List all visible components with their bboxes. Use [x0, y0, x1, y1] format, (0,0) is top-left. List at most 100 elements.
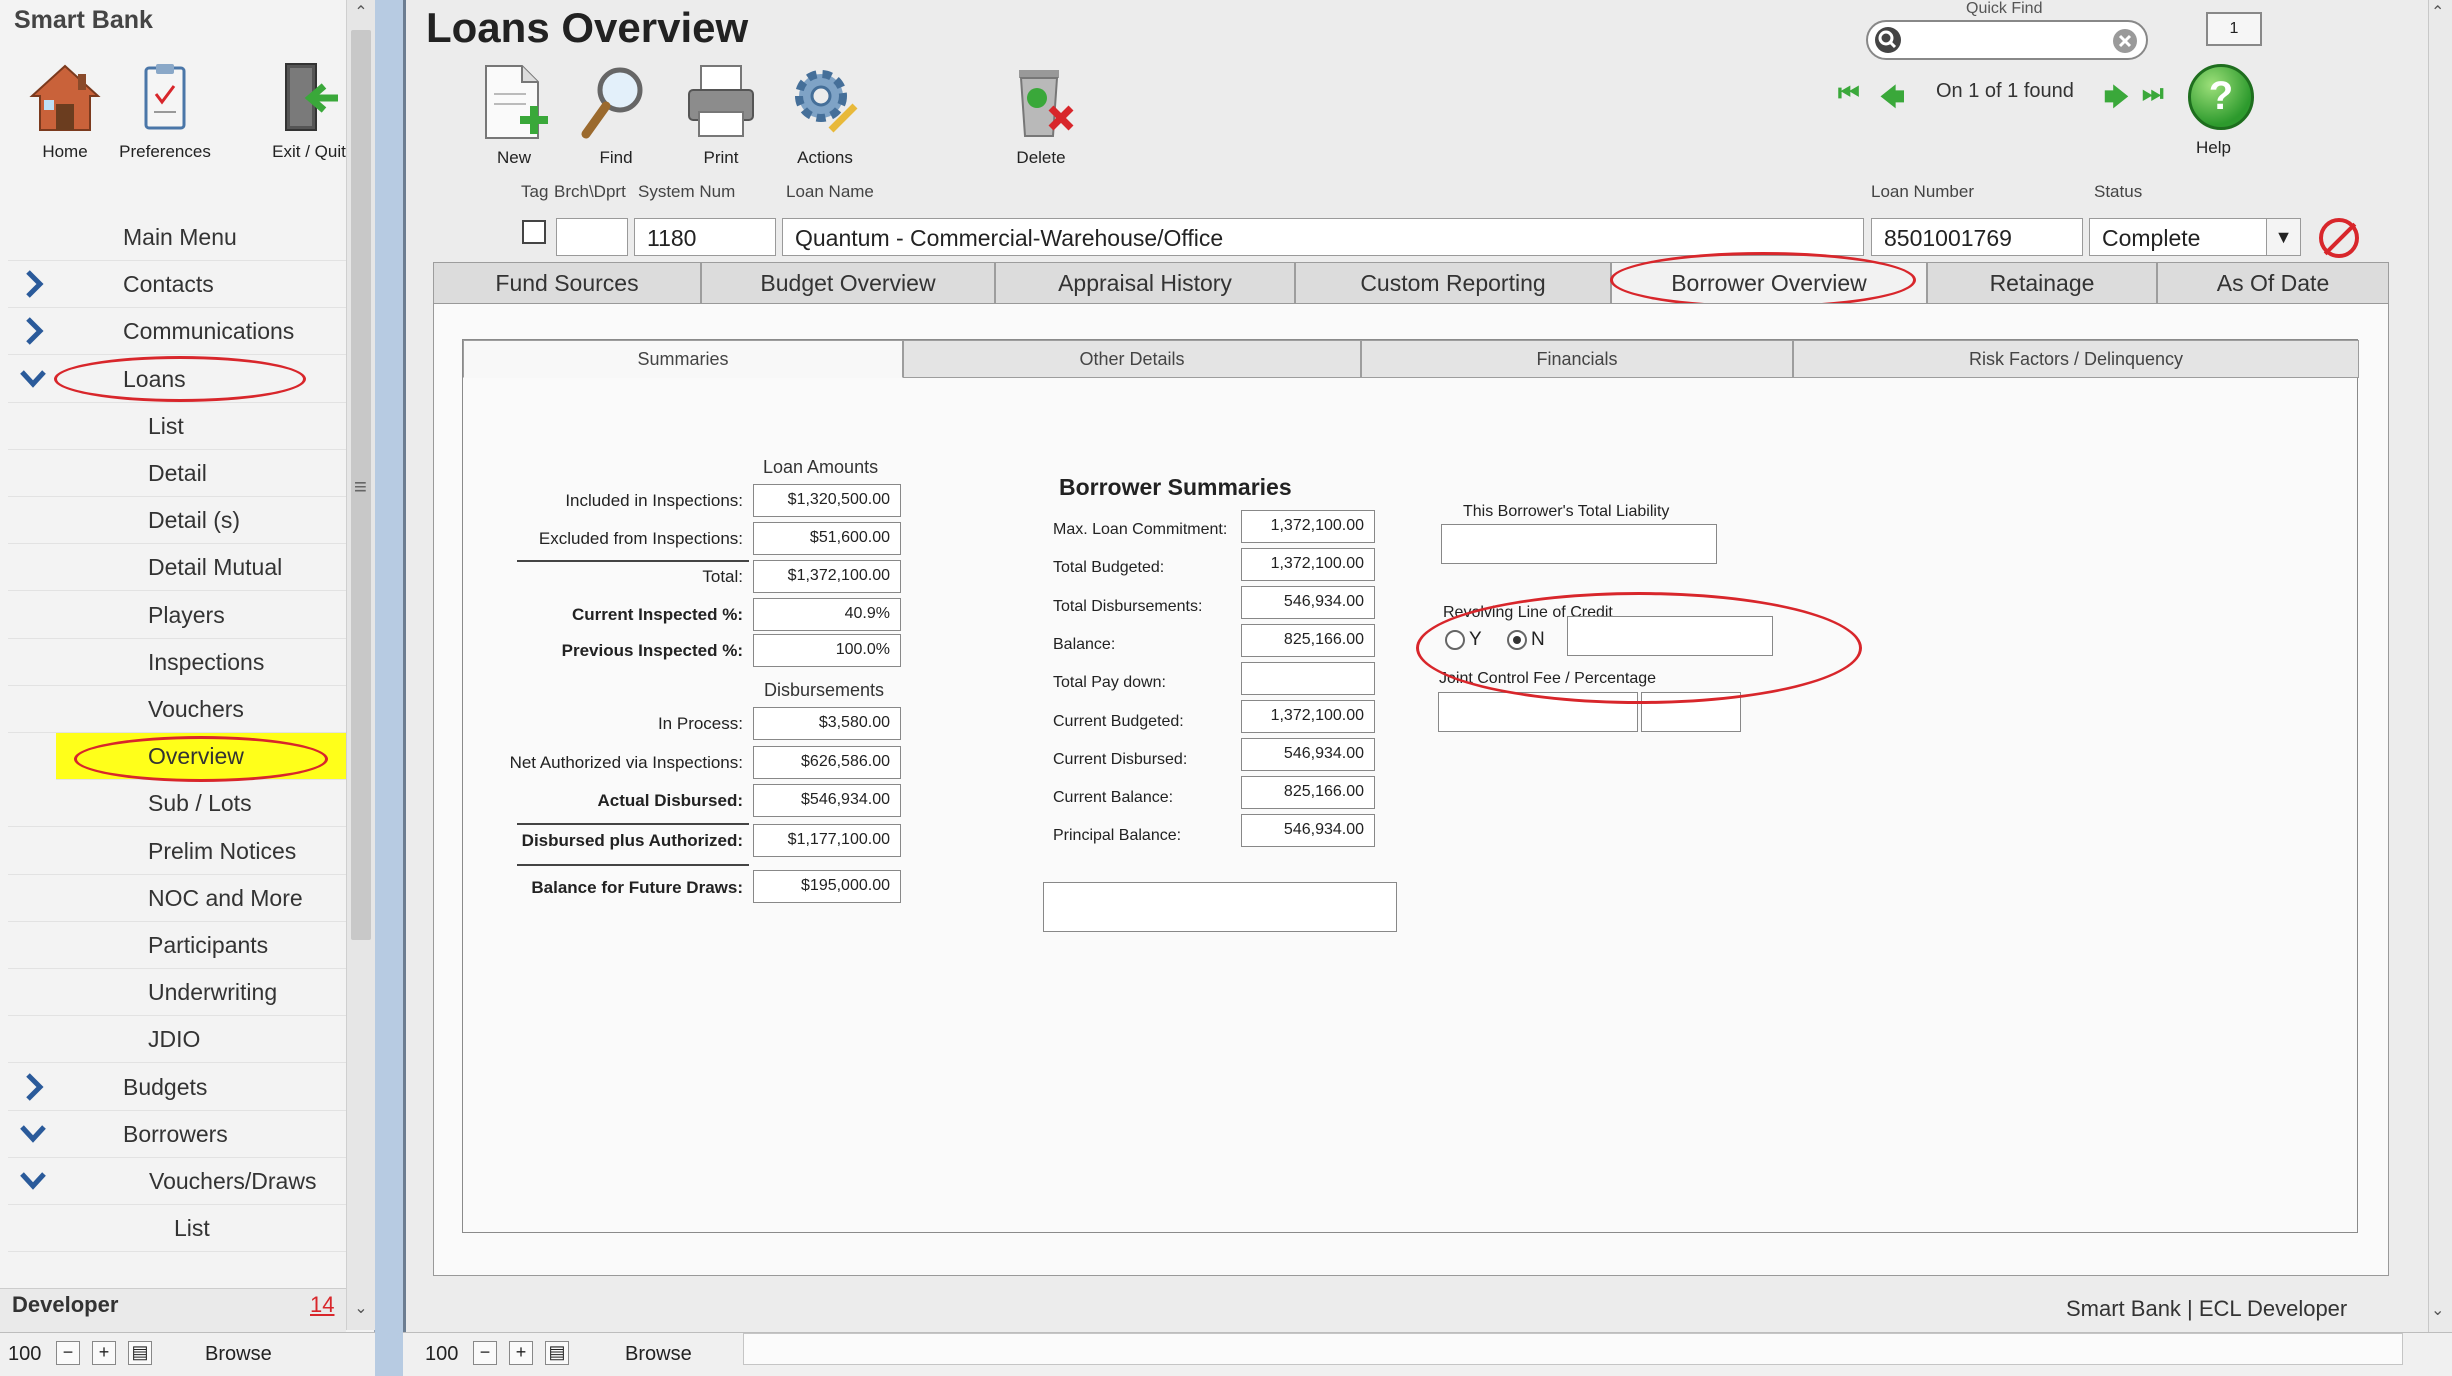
sidebar-item-sub-lots[interactable]: Sub / Lots	[8, 780, 346, 828]
zoom-in-icon[interactable]: +	[92, 1341, 116, 1365]
system-num-field[interactable]: 1180	[634, 218, 776, 256]
brch-dprt-field[interactable]	[556, 218, 628, 256]
sidebar-item-contacts[interactable]: Contacts	[8, 261, 346, 309]
total-liability-field[interactable]	[1441, 524, 1717, 564]
chevron-down-icon[interactable]	[20, 1166, 46, 1196]
mode-label[interactable]: Browse	[205, 1343, 272, 1366]
disbursed-plus-authorized-value[interactable]: $1,177,100.00	[753, 824, 901, 857]
sidebar-item-main-menu[interactable]: Main Menu	[8, 214, 346, 261]
sidebar-item-label: Participants	[148, 932, 269, 958]
chevron-right-icon[interactable]	[20, 1072, 46, 1102]
sidebar-item-participants[interactable]: Participants	[8, 922, 346, 969]
previous-record-icon[interactable]: 🡄	[1880, 80, 1905, 121]
first-record-icon[interactable]: ⏮	[1838, 80, 1860, 108]
excluded-inspections-value[interactable]: $51,600.00	[753, 522, 901, 555]
mode-label[interactable]: Browse	[625, 1343, 692, 1366]
quick-find-input[interactable]	[1866, 20, 2148, 60]
sidebar-item-borrowers[interactable]: Borrowers	[8, 1111, 346, 1158]
preferences-button[interactable]: Preferences	[100, 60, 230, 162]
chevron-right-icon[interactable]	[20, 316, 46, 346]
sidebar-item-detail[interactable]: Detail	[8, 450, 346, 497]
actions-button[interactable]: Actions	[765, 60, 885, 168]
toggle-status-icon[interactable]: ▤	[545, 1341, 569, 1365]
current-disbursed-value[interactable]: 546,934.00	[1241, 738, 1375, 771]
subtab-summaries[interactable]: Summaries	[463, 340, 903, 378]
sidebar-scrollbar[interactable]: ⌃ ⌄	[346, 0, 375, 1330]
sidebar-item-detail-mutual[interactable]: Detail Mutual	[8, 544, 346, 592]
chevron-down-icon[interactable]	[20, 1119, 46, 1149]
prohibited-icon[interactable]	[2319, 218, 2359, 258]
current-inspected-label: Current Inspected %:	[572, 605, 743, 624]
print-button[interactable]: Print	[661, 60, 781, 168]
toggle-status-icon[interactable]: ▤	[128, 1341, 152, 1365]
next-record-icon[interactable]: 🡆	[2104, 80, 2129, 121]
subtab-other-details[interactable]: Other Details	[903, 340, 1361, 378]
tab-fund-sources[interactable]: Fund Sources	[433, 262, 701, 304]
tab-budget-overview[interactable]: Budget Overview	[701, 262, 995, 304]
last-record-icon[interactable]: ⏭	[2142, 80, 2164, 108]
total-pay-down-value[interactable]	[1241, 662, 1375, 695]
scroll-up-icon[interactable]: ⌃	[351, 2, 371, 26]
sidebar-item-noc-and-more[interactable]: NOC and More	[8, 875, 346, 922]
sidebar-item-vouchers[interactable]: Vouchers	[8, 686, 346, 733]
delete-button[interactable]: Delete	[981, 60, 1101, 168]
tab-as-of-date[interactable]: As Of Date	[2157, 262, 2389, 304]
scroll-down-icon[interactable]: ⌄	[351, 1298, 371, 1322]
sidebar-item-jdio[interactable]: JDIO	[8, 1016, 346, 1064]
in-process-value[interactable]: $3,580.00	[753, 707, 901, 740]
tab-custom-reporting[interactable]: Custom Reporting	[1295, 262, 1611, 304]
sidebar-item-underwriting[interactable]: Underwriting	[8, 969, 346, 1017]
total-budgeted-value[interactable]: 1,372,100.00	[1241, 548, 1375, 581]
chevron-down-icon[interactable]: ▼	[2266, 219, 2300, 255]
tag-checkbox[interactable]	[522, 220, 546, 244]
notes-field[interactable]	[1043, 882, 1397, 932]
net-authorized-value[interactable]: $626,586.00	[753, 746, 901, 779]
sidebar-item-inspections[interactable]: Inspections	[8, 639, 346, 686]
zoom-out-icon[interactable]: −	[56, 1341, 80, 1365]
balance-value[interactable]: 825,166.00	[1241, 624, 1375, 657]
loan-number-field[interactable]: 8501001769	[1871, 218, 2083, 256]
sidebar-item-prelim-notices[interactable]: Prelim Notices	[8, 828, 346, 875]
included-inspections-value[interactable]: $1,320,500.00	[753, 484, 901, 517]
previous-inspected-value[interactable]: 100.0%	[753, 634, 901, 667]
current-inspected-value[interactable]: 40.9%	[753, 598, 901, 631]
sidebar-item-vouchers-draws[interactable]: Vouchers/Draws	[8, 1158, 346, 1205]
current-balance-value[interactable]: 825,166.00	[1241, 776, 1375, 809]
subtab-financials[interactable]: Financials	[1361, 340, 1793, 378]
horizontal-scrollbar[interactable]	[743, 1333, 2403, 1365]
new-document-icon	[485, 65, 548, 139]
loan-name-field[interactable]: Quantum - Commercial-Warehouse/Office	[782, 218, 1864, 256]
chevron-right-icon[interactable]	[20, 269, 46, 299]
scroll-down-icon[interactable]: ⌄	[2431, 1300, 2444, 1320]
total-value[interactable]: $1,372,100.00	[753, 560, 901, 593]
subtab-risk-factors[interactable]: Risk Factors / Delinquency	[1793, 340, 2359, 378]
balance-future-draws-value[interactable]: $195,000.00	[753, 870, 901, 903]
principal-balance-value[interactable]: 546,934.00	[1241, 814, 1375, 847]
max-loan-commitment-value[interactable]: 1,372,100.00	[1241, 510, 1375, 543]
sidebar-item-budgets[interactable]: Budgets	[8, 1064, 346, 1111]
tab-retainage[interactable]: Retainage	[1927, 262, 2157, 304]
scroll-up-icon[interactable]: ⌃	[2431, 2, 2444, 22]
current-budgeted-value[interactable]: 1,372,100.00	[1241, 700, 1375, 733]
status-select[interactable]: Complete ▼	[2089, 218, 2301, 256]
clear-search-icon[interactable]	[2112, 28, 2138, 54]
zoom-out-icon[interactable]: −	[473, 1341, 497, 1365]
sidebar-item-detail-s[interactable]: Detail (s)	[8, 497, 346, 545]
help-icon[interactable]: ?	[2188, 64, 2254, 130]
zoom-level[interactable]: 100	[425, 1343, 458, 1366]
actual-disbursed-value[interactable]: $546,934.00	[753, 784, 901, 817]
zoom-level[interactable]: 100	[8, 1343, 41, 1366]
pane-divider[interactable]	[375, 0, 403, 1376]
sidebar-item-players[interactable]: Players	[8, 592, 346, 639]
main-scrollbar[interactable]: ⌃ ⌄	[2428, 0, 2452, 1332]
sidebar-item-list[interactable]: List	[8, 403, 346, 450]
developer-count-link[interactable]: 14	[310, 1292, 334, 1318]
zoom-in-icon[interactable]: +	[509, 1341, 533, 1365]
chevron-down-icon[interactable]	[20, 364, 46, 394]
find-button[interactable]: Find	[556, 60, 676, 168]
sidebar-item-list[interactable]: List	[8, 1205, 346, 1253]
splitter-grip-icon[interactable]: ≡	[354, 474, 367, 500]
tab-appraisal-history[interactable]: Appraisal History	[995, 262, 1295, 304]
sidebar-item-communications[interactable]: Communications	[8, 308, 346, 356]
total-disbursements-value[interactable]: 546,934.00	[1241, 586, 1375, 619]
